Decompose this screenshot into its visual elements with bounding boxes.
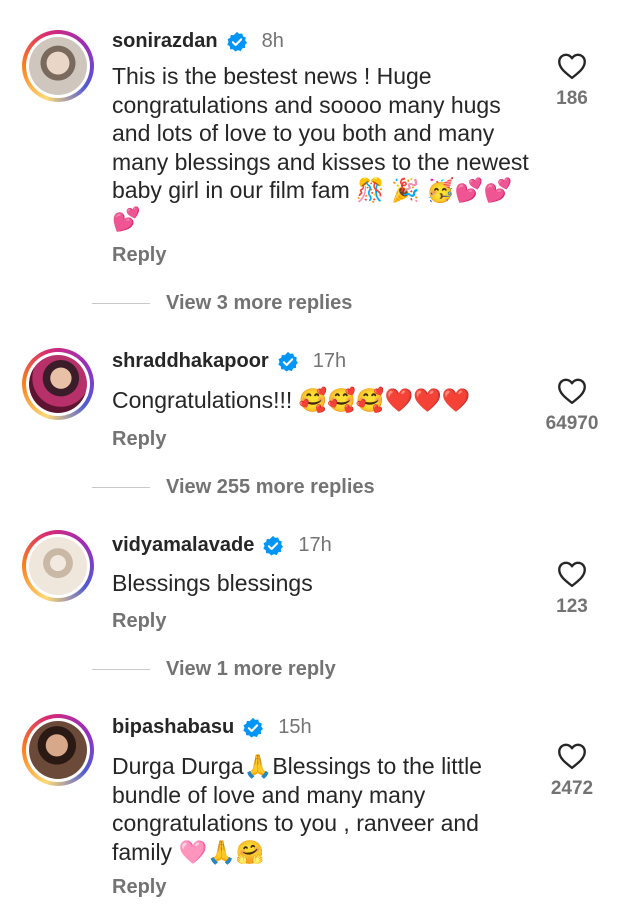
comment-time: 17h [312, 350, 347, 372]
comment-text: This is the bestest news ! Huge congratu… [112, 63, 529, 232]
heart-outline-icon[interactable] [557, 742, 587, 770]
username-link[interactable]: shraddhakapoor [112, 350, 269, 373]
verified-badge-icon [263, 535, 284, 556]
divider-line [92, 487, 150, 488]
divider-line [92, 303, 150, 304]
like-count: 64970 [545, 413, 599, 434]
avatar[interactable] [22, 714, 94, 786]
view-more-replies[interactable]: View 1 more reply [92, 658, 336, 681]
comment-time: 17h [298, 534, 332, 556]
like-area: 186 [532, 52, 612, 110]
username-link[interactable]: bipashabasu [112, 716, 234, 739]
heart-outline-icon[interactable] [557, 52, 587, 80]
username-link[interactable]: sonirazdan [112, 30, 218, 53]
heart-outline-icon[interactable] [557, 560, 587, 588]
like-count: 186 [556, 88, 588, 109]
comment-text: Durga Durga🙏Blessings to the little bund… [112, 753, 482, 865]
like-count: 123 [556, 596, 588, 617]
comment-item: sonirazdan 8h This is the bestest news !… [0, 0, 620, 314]
reply-button[interactable]: Reply [112, 876, 166, 899]
verified-badge-icon [277, 351, 298, 372]
reply-button[interactable]: Reply [112, 244, 166, 267]
comment-header: bipashabasu 15h [112, 716, 312, 739]
reply-button[interactable]: Reply [112, 428, 166, 451]
comment-header: shraddhakapoor 17h [112, 350, 346, 373]
divider-line [92, 669, 150, 670]
comment-header: sonirazdan 8h [112, 30, 284, 53]
comment-text: Blessings blessings [112, 570, 313, 596]
avatar[interactable] [22, 530, 94, 602]
verified-badge-icon [226, 31, 247, 52]
like-area: 123 [532, 560, 612, 618]
heart-outline-icon[interactable] [557, 377, 587, 405]
avatar[interactable] [22, 30, 94, 102]
reply-button[interactable]: Reply [112, 610, 166, 633]
comment-time: 15h [278, 716, 312, 738]
view-more-replies-label: View 1 more reply [166, 658, 336, 680]
comment-time: 8h [261, 30, 284, 52]
view-more-replies-label: View 255 more replies [166, 476, 375, 498]
verified-badge-icon [243, 717, 264, 738]
avatar[interactable] [22, 348, 94, 420]
like-area: 64970 [532, 377, 612, 435]
comment-header: vidyamalavade 17h [112, 534, 332, 557]
view-more-replies[interactable]: View 255 more replies [92, 476, 375, 499]
view-more-replies[interactable]: View 3 more replies [92, 292, 352, 315]
like-area: 2472 [532, 742, 612, 800]
comment-text: Congratulations!!! 🥰🥰🥰❤️❤️❤️ [112, 387, 471, 413]
view-more-replies-label: View 3 more replies [166, 292, 353, 314]
username-link[interactable]: vidyamalavade [112, 534, 254, 557]
like-count: 2472 [550, 778, 594, 799]
